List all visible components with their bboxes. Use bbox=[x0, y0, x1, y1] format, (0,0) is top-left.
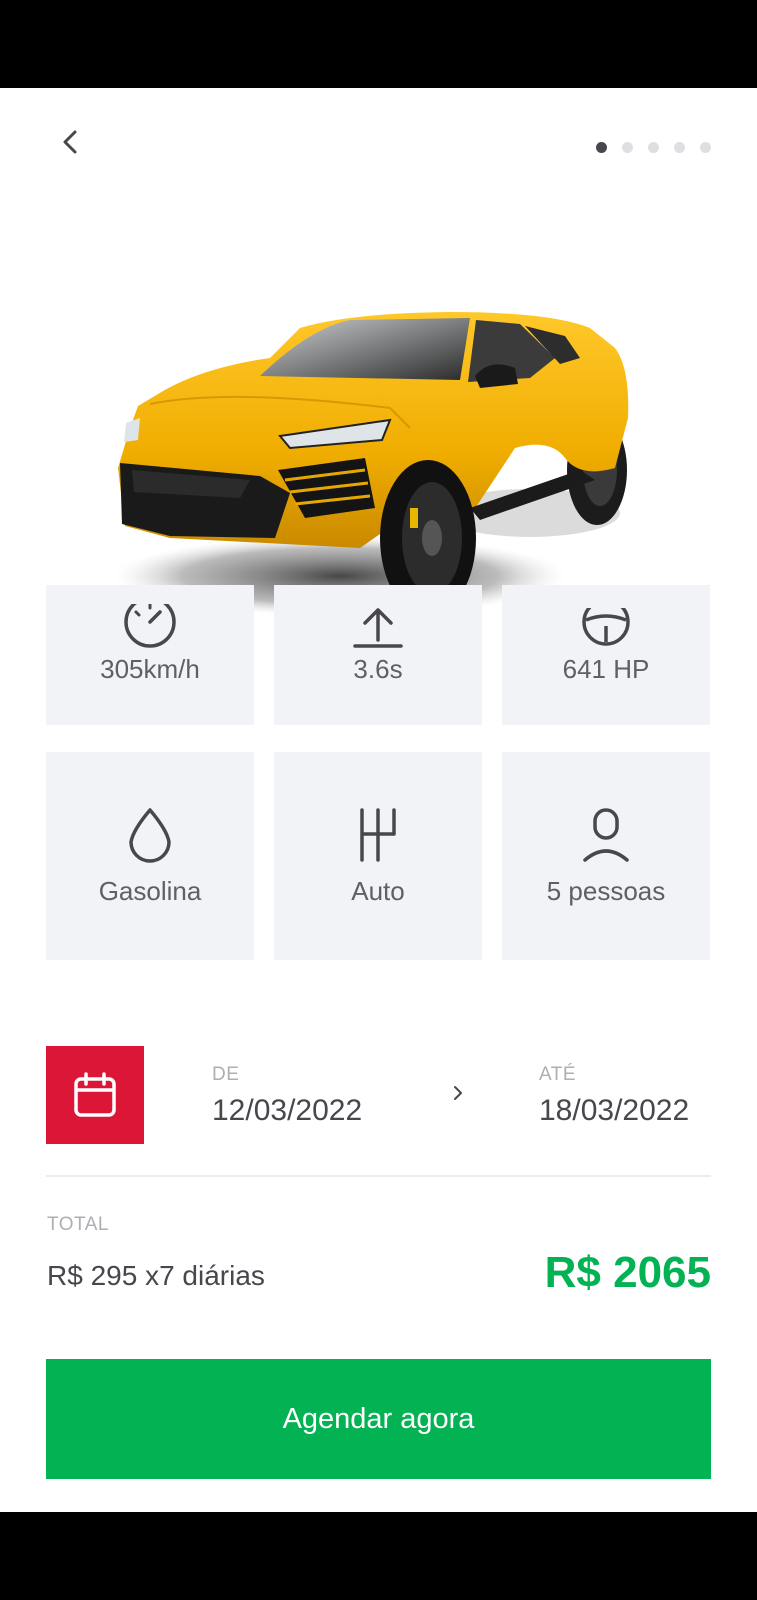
calendar-badge bbox=[46, 1046, 144, 1144]
start-date: DE 12/03/2022 bbox=[212, 1064, 362, 1128]
end-date-value: 18/03/2022 bbox=[539, 1094, 690, 1127]
carousel-dot[interactable] bbox=[622, 142, 633, 153]
carousel-indicator bbox=[596, 142, 711, 153]
start-date-value: 12/03/2022 bbox=[212, 1094, 363, 1127]
spec-card-seats: 5 pessoas bbox=[502, 752, 710, 960]
divider bbox=[46, 1175, 711, 1177]
status-bar bbox=[0, 0, 757, 88]
carousel-dot[interactable] bbox=[596, 142, 607, 153]
drop-icon bbox=[129, 807, 171, 863]
spec-card-fuel: Gasolina bbox=[46, 752, 254, 960]
schedule-now-button[interactable]: Agendar agora bbox=[46, 1359, 711, 1479]
speedometer-icon bbox=[124, 604, 176, 648]
car-details-screen: 305km/h 3.6s 641 HP Gasolina Auto 5 pess… bbox=[0, 88, 757, 1512]
steering-wheel-icon bbox=[582, 608, 630, 646]
spec-card-transmission: Auto bbox=[274, 752, 482, 960]
navigation-bar bbox=[0, 1512, 757, 1600]
chevron-right-icon bbox=[454, 1086, 462, 1100]
spec-card-power: 641 HP bbox=[502, 585, 710, 725]
total-price: R$ 2065 bbox=[544, 1248, 711, 1297]
end-date-label: ATÉ bbox=[539, 1064, 577, 1085]
spec-label: 305km/h bbox=[100, 654, 200, 684]
car-image bbox=[110, 208, 650, 628]
spec-label: 5 pessoas bbox=[546, 875, 666, 906]
calendar-icon bbox=[74, 1072, 116, 1117]
chevron-left-icon bbox=[63, 130, 77, 154]
acceleration-icon bbox=[353, 608, 403, 648]
start-date-label: DE bbox=[212, 1064, 240, 1085]
carousel-dot[interactable] bbox=[648, 142, 659, 153]
spec-label: 641 HP bbox=[562, 654, 650, 684]
spec-label: Auto bbox=[351, 875, 405, 906]
spec-card-speed: 305km/h bbox=[46, 585, 254, 725]
spec-card-acceleration: 3.6s bbox=[274, 585, 482, 725]
gear-shift-icon bbox=[360, 807, 396, 862]
total-label: TOTAL bbox=[47, 1214, 109, 1235]
spec-label: Gasolina bbox=[98, 875, 202, 906]
carousel-dot[interactable] bbox=[674, 142, 685, 153]
total-description: R$ 295 x7 diárias bbox=[47, 1260, 265, 1291]
spec-label: 3.6s bbox=[353, 654, 403, 684]
back-button[interactable] bbox=[52, 124, 88, 160]
end-date: ATÉ 18/03/2022 bbox=[539, 1064, 689, 1128]
carousel-dot[interactable] bbox=[700, 142, 711, 153]
person-icon bbox=[583, 807, 629, 862]
